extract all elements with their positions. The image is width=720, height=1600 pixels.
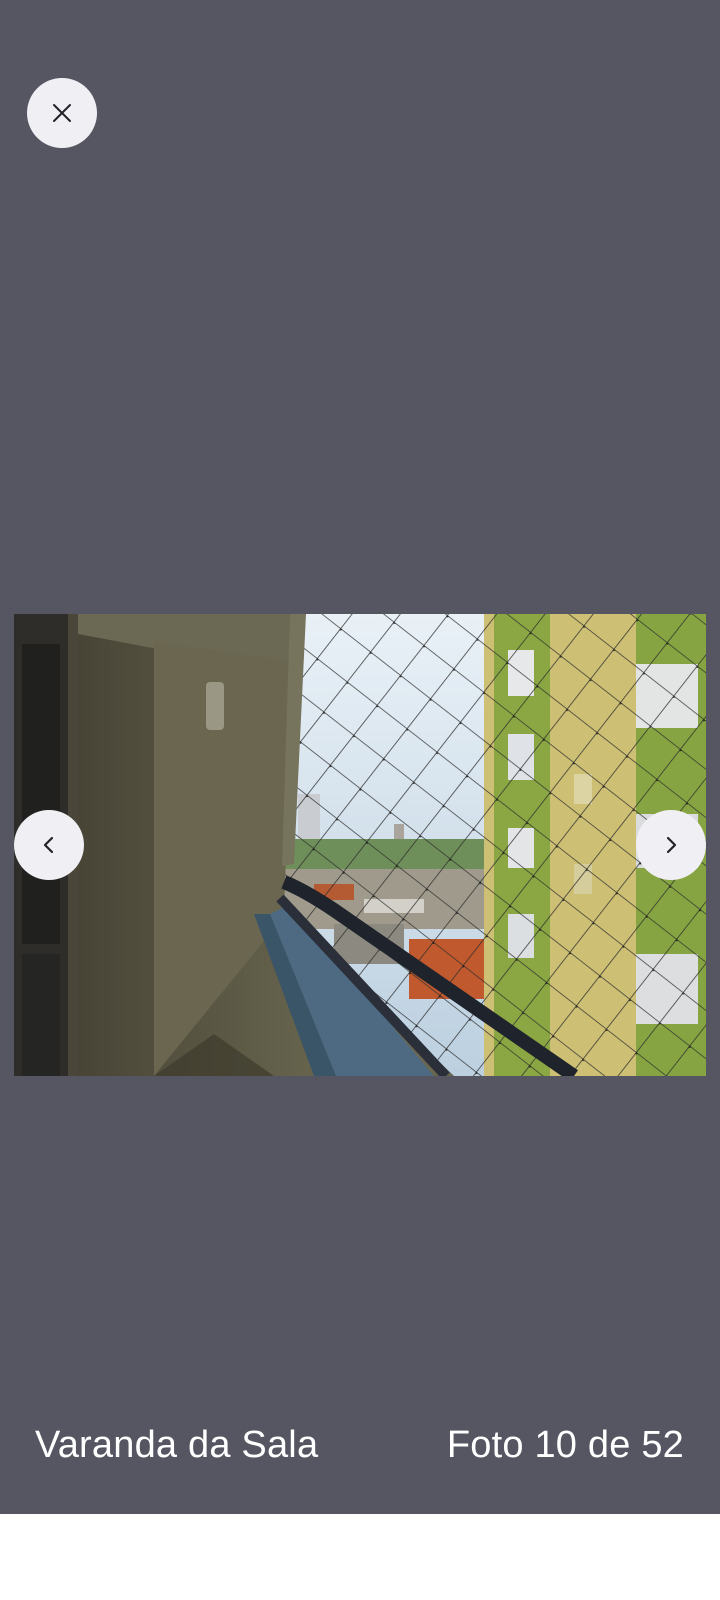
close-icon	[50, 101, 74, 125]
photo-title: Varanda da Sala	[35, 1424, 319, 1466]
photo-viewer: Varanda da Sala Foto 10 de 52	[0, 0, 720, 1514]
bottom-bar	[0, 1514, 720, 1600]
next-photo-button[interactable]	[636, 810, 706, 880]
chevron-left-icon	[38, 834, 60, 856]
chevron-right-icon	[660, 834, 682, 856]
close-button[interactable]	[27, 78, 97, 148]
gallery-photo[interactable]	[14, 614, 706, 1076]
photo-counter: Foto 10 de 52	[446, 1424, 684, 1466]
previous-photo-button[interactable]	[14, 810, 84, 880]
